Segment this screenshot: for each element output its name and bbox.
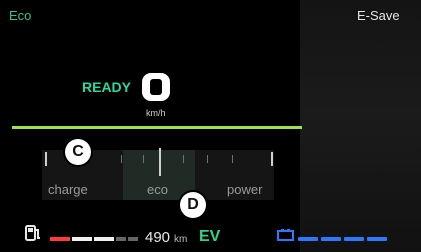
speed-display	[142, 73, 170, 101]
meter-tick-left	[45, 152, 47, 166]
right-panel	[300, 0, 421, 252]
fuel-bar-white	[94, 237, 114, 241]
battery-bar-segment	[344, 237, 364, 241]
fuel-bar-empty	[116, 237, 126, 241]
battery-bar-segment	[367, 237, 387, 241]
meter-tick-right	[271, 152, 273, 166]
battery-bar-segment	[298, 237, 318, 241]
meter-tick-center	[159, 148, 161, 176]
meter-tick	[121, 155, 122, 163]
ready-indicator: READY	[82, 79, 132, 95]
fuel-bar-empty	[128, 237, 138, 241]
meter-label-eco: eco	[147, 182, 168, 197]
meter-label-charge: charge	[48, 182, 88, 197]
separator-line	[12, 126, 302, 129]
speed-unit: km/h	[146, 108, 166, 118]
instrument-cluster: Eco E-Save READY km/h charge eco power C…	[0, 0, 421, 252]
callout-badge-c: C	[65, 139, 91, 165]
meter-label-power: power	[227, 182, 263, 197]
meter-tick	[183, 155, 184, 163]
fuel-bar-red	[50, 237, 70, 241]
range-value: 490	[145, 229, 171, 246]
battery-bar-segment	[321, 237, 341, 241]
meter-tick	[207, 155, 208, 163]
fuel-bar-white	[72, 237, 92, 241]
ev-mode-indicator: EV	[199, 228, 221, 245]
drive-mode-label: Eco	[9, 8, 32, 23]
meter-tick	[232, 155, 233, 163]
range-unit: km	[174, 234, 188, 245]
battery-icon	[277, 229, 294, 241]
range-display: 490 km	[145, 229, 187, 246]
callout-badge-d: D	[180, 192, 206, 218]
fuel-pump-icon	[25, 225, 40, 241]
esave-label: E-Save	[357, 8, 400, 23]
meter-tick	[143, 155, 144, 163]
